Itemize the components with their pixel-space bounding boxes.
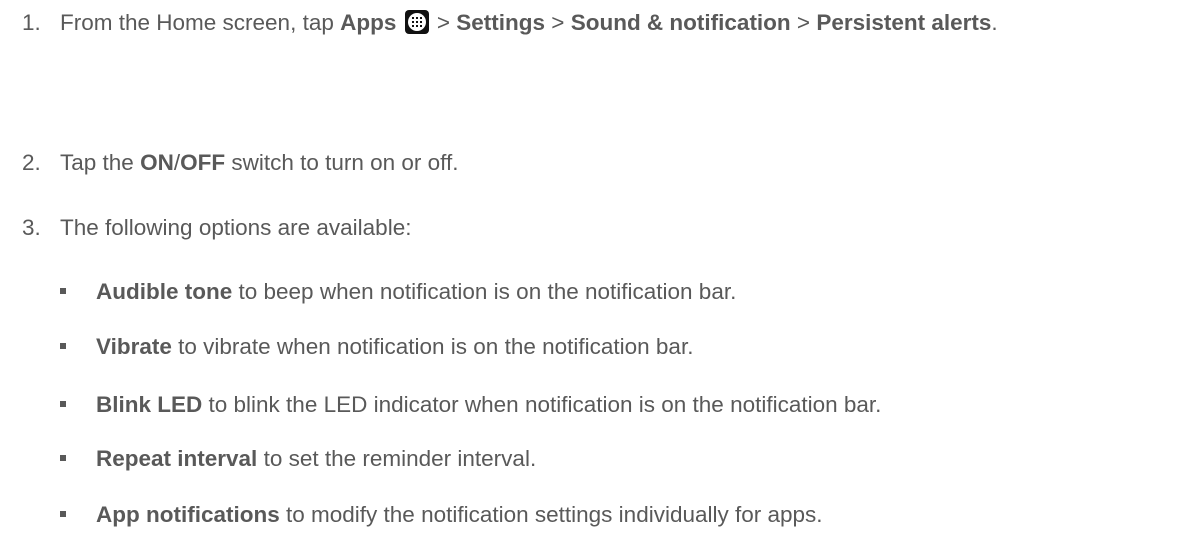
step-number: 3. bbox=[22, 215, 41, 240]
bullet-icon bbox=[60, 455, 66, 461]
option-description: to set the reminder interval. bbox=[257, 446, 537, 471]
step-number: 1. bbox=[22, 10, 41, 35]
option-description: to modify the notification settings indi… bbox=[279, 502, 823, 527]
option-description: to vibrate when notification is on the n… bbox=[171, 334, 694, 359]
apps-label: Apps bbox=[340, 10, 397, 35]
bullet-icon bbox=[60, 401, 66, 407]
step-text: Tap the ON/OFF switch to turn on or off. bbox=[60, 150, 459, 175]
option-term: Vibrate bbox=[96, 334, 172, 359]
step-text: From the Home screen, tap Apps > Setting… bbox=[60, 10, 998, 35]
bullet-icon bbox=[60, 511, 66, 517]
option-description: to blink the LED indicator when notifica… bbox=[202, 392, 882, 417]
option-term: Repeat interval bbox=[96, 446, 258, 471]
bullet-icon bbox=[60, 288, 66, 294]
settings-label: Settings bbox=[456, 10, 546, 35]
step-text: The following options are available: bbox=[60, 215, 412, 240]
on-label: ON bbox=[140, 150, 174, 175]
persistent-alerts-label: Persistent alerts bbox=[816, 10, 992, 35]
off-label: OFF bbox=[180, 150, 226, 175]
bullet-icon bbox=[60, 343, 66, 349]
option-term: Audible tone bbox=[96, 279, 233, 304]
option-term: App notifications bbox=[96, 502, 280, 527]
option-term: Blink LED bbox=[96, 392, 203, 417]
sound-notification-label: Sound & notification bbox=[570, 10, 791, 35]
apps-grid-icon bbox=[404, 10, 429, 34]
option-description: to beep when notification is on the noti… bbox=[232, 279, 737, 304]
step-number: 2. bbox=[22, 150, 41, 175]
